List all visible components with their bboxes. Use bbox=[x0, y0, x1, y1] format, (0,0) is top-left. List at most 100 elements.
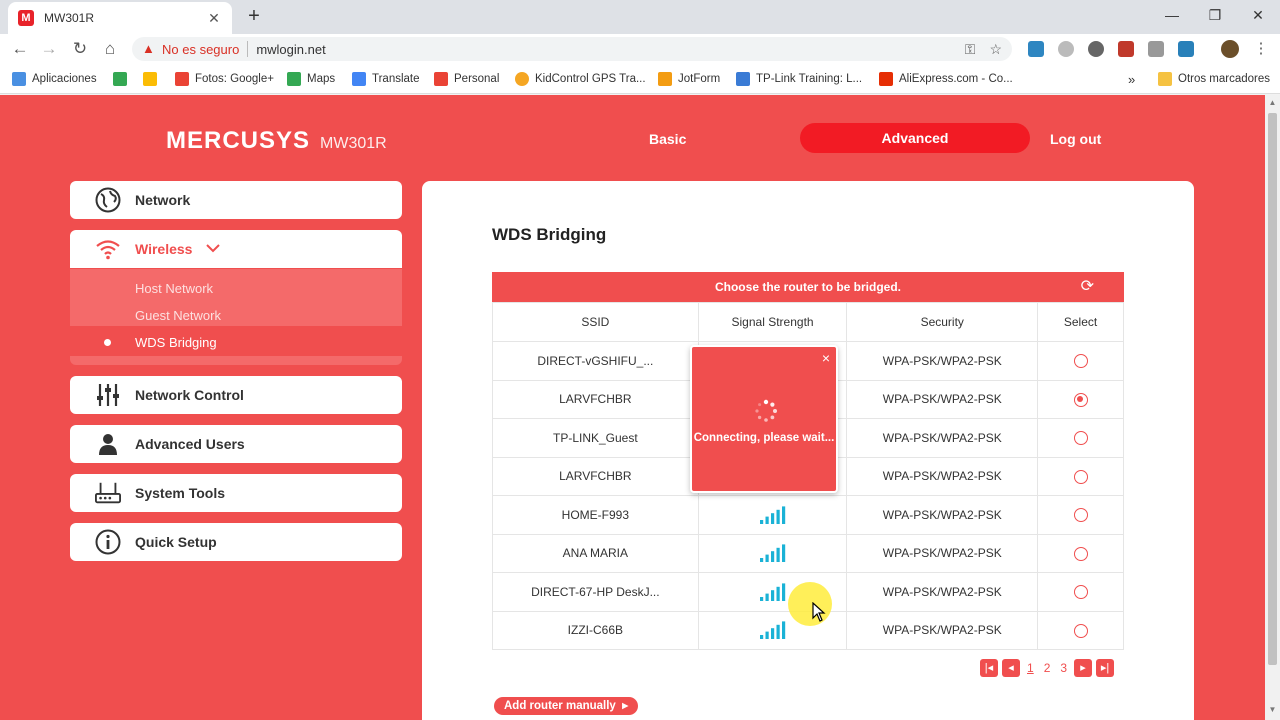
bookmark-play-store[interactable] bbox=[113, 70, 133, 88]
folder-icon bbox=[1158, 72, 1172, 86]
sidebar-item-network-control[interactable]: Network Control bbox=[70, 376, 402, 414]
sidebar-item-advanced-users[interactable]: Advanced Users bbox=[70, 425, 402, 463]
table-caption-bar: Choose the router to be bridged. ⟳ bbox=[492, 272, 1124, 302]
sidebar-subitem-host-network[interactable]: Host Network bbox=[135, 281, 213, 296]
extension-icon[interactable] bbox=[1088, 41, 1104, 57]
tab-close-icon[interactable]: ✕ bbox=[206, 10, 222, 27]
cell-security: WPA-PSK/WPA2-PSK bbox=[846, 610, 1039, 650]
extension-icon[interactable] bbox=[1148, 41, 1164, 57]
signal-bar bbox=[765, 516, 769, 524]
select-radio[interactable] bbox=[1073, 623, 1088, 638]
first-page-icon[interactable]: |◂ bbox=[980, 659, 998, 677]
sidebar-item-system-tools[interactable]: System Tools bbox=[70, 474, 402, 512]
table-row[interactable]: ANA MARIA WPA-PSK/WPA2-PSK bbox=[492, 533, 1124, 573]
security-label[interactable]: No es seguro bbox=[162, 42, 239, 57]
cell-select bbox=[1037, 533, 1124, 573]
scrollbar-thumb[interactable] bbox=[1268, 113, 1277, 665]
sidebar-item-wireless[interactable]: Wireless bbox=[70, 230, 402, 268]
extension-icon[interactable] bbox=[1178, 41, 1194, 57]
sidebar-subitem-wds-bridging[interactable]: WDS Bridging bbox=[135, 335, 217, 350]
page-scrollbar[interactable]: ▲ ▼ bbox=[1265, 95, 1280, 720]
bookmark-translate[interactable]: Translate bbox=[352, 70, 420, 88]
menu-dots-icon[interactable]: ⋮ bbox=[1250, 38, 1272, 60]
close-window-icon[interactable]: ✕ bbox=[1238, 4, 1278, 26]
page-number-1[interactable]: 1 bbox=[1027, 661, 1034, 675]
cell-ssid: HOME-F993 bbox=[492, 495, 699, 535]
scroll-up-icon[interactable]: ▲ bbox=[1268, 98, 1277, 108]
minimize-window-icon[interactable]: — bbox=[1152, 4, 1192, 26]
select-radio[interactable] bbox=[1073, 546, 1088, 561]
bookmark-label: Translate bbox=[372, 73, 420, 85]
home-icon[interactable]: ⌂ bbox=[99, 38, 121, 60]
bookmark-drive[interactable] bbox=[143, 70, 163, 88]
bookmark-aliexpress[interactable]: AliExpress.com - Co... bbox=[879, 70, 1013, 88]
signal-bar bbox=[765, 593, 769, 601]
photos-icon bbox=[175, 72, 189, 86]
brand-name: MERCUSYS bbox=[166, 127, 311, 154]
nav-advanced[interactable]: Advanced bbox=[800, 123, 1030, 153]
sidebar-item-network[interactable]: Network bbox=[70, 181, 402, 219]
sidebar-item-quick-setup[interactable]: Quick Setup bbox=[70, 523, 402, 561]
select-radio[interactable] bbox=[1073, 354, 1088, 369]
select-radio[interactable] bbox=[1073, 392, 1088, 407]
more-bookmarks-chevron[interactable]: » bbox=[1128, 70, 1135, 88]
url-text[interactable]: mwlogin.net bbox=[256, 42, 950, 57]
last-page-icon[interactable]: ▸| bbox=[1096, 659, 1115, 677]
extension-icon[interactable] bbox=[1058, 41, 1074, 57]
bookmark-tplink[interactable]: TP-Link Training: L... bbox=[736, 70, 862, 88]
bookmark-personal[interactable]: Personal bbox=[434, 70, 499, 88]
bookmark-jotform[interactable]: JotForm bbox=[658, 70, 720, 88]
cell-security: WPA-PSK/WPA2-PSK bbox=[846, 456, 1039, 496]
prev-page-icon[interactable]: ◂ bbox=[1002, 659, 1020, 677]
signal-bar bbox=[770, 512, 774, 524]
browser-tab[interactable]: M MW301R ✕ bbox=[8, 2, 232, 34]
select-radio[interactable] bbox=[1073, 469, 1088, 484]
bookmark-maps[interactable]: Maps bbox=[287, 70, 335, 88]
key-icon[interactable]: ⚿ bbox=[965, 41, 976, 58]
cell-ssid: LARVFCHBR bbox=[492, 456, 699, 496]
cell-select bbox=[1037, 341, 1124, 381]
drive-icon bbox=[143, 72, 157, 86]
back-arrow-icon[interactable]: ← bbox=[9, 38, 31, 60]
bookmark-apps[interactable]: Aplicaciones bbox=[12, 70, 97, 88]
nav-logout[interactable]: Log out bbox=[1050, 131, 1101, 147]
forward-arrow-icon[interactable]: → bbox=[38, 38, 60, 60]
next-page-icon[interactable]: ▸ bbox=[1074, 659, 1093, 677]
page-title: WDS Bridging bbox=[492, 225, 607, 244]
tab-title: MW301R bbox=[44, 11, 95, 25]
bookmark-photos[interactable]: Fotos: Google+ bbox=[175, 70, 274, 88]
page-number-2[interactable]: 2 bbox=[1044, 661, 1051, 675]
loading-spinner-icon bbox=[755, 399, 777, 422]
nav-basic[interactable]: Basic bbox=[649, 131, 686, 147]
sidebar-item-label: Quick Setup bbox=[135, 534, 217, 550]
translate-icon bbox=[352, 72, 366, 86]
new-tab-button[interactable]: + bbox=[242, 5, 266, 29]
globe-icon bbox=[95, 187, 121, 213]
page-number-3[interactable]: 3 bbox=[1060, 661, 1067, 675]
select-radio[interactable] bbox=[1073, 431, 1088, 446]
sidebar-item-label: Network Control bbox=[135, 387, 244, 403]
active-subitem-highlight bbox=[70, 326, 402, 356]
signal-strength-icon bbox=[759, 583, 785, 601]
reload-icon[interactable]: ↻ bbox=[69, 38, 91, 60]
pdf-extension-icon[interactable] bbox=[1118, 41, 1134, 57]
refresh-icon[interactable]: ⟳ bbox=[1081, 272, 1094, 302]
extension-icon[interactable] bbox=[1028, 41, 1044, 57]
select-radio[interactable] bbox=[1073, 508, 1088, 523]
sidebar-subitem-guest-network[interactable]: Guest Network bbox=[135, 308, 221, 323]
other-bookmarks[interactable]: Otros marcadores bbox=[1158, 70, 1270, 88]
address-bar[interactable]: ▲ No es seguro mwlogin.net ⚿ ☆ bbox=[132, 37, 1012, 61]
signal-bar bbox=[770, 628, 774, 640]
star-bookmark-icon[interactable]: ☆ bbox=[989, 41, 1002, 58]
bookmark-label: Otros marcadores bbox=[1178, 73, 1271, 85]
add-router-manually-button[interactable]: Add router manually ▸ bbox=[494, 697, 638, 715]
profile-avatar[interactable] bbox=[1221, 40, 1239, 58]
bookmark-kidcontrol[interactable]: KidControl GPS Tra... bbox=[515, 70, 646, 88]
scroll-down-icon[interactable]: ▼ bbox=[1268, 705, 1277, 715]
table-row[interactable]: HOME-F993 WPA-PSK/WPA2-PSK bbox=[492, 495, 1124, 535]
restore-window-icon[interactable]: ❐ bbox=[1195, 4, 1235, 26]
select-radio[interactable] bbox=[1073, 585, 1088, 600]
dialog-close-icon[interactable]: × bbox=[822, 350, 830, 366]
bookmark-label: AliExpress.com - Co... bbox=[899, 73, 1013, 85]
signal-bar bbox=[770, 589, 774, 601]
